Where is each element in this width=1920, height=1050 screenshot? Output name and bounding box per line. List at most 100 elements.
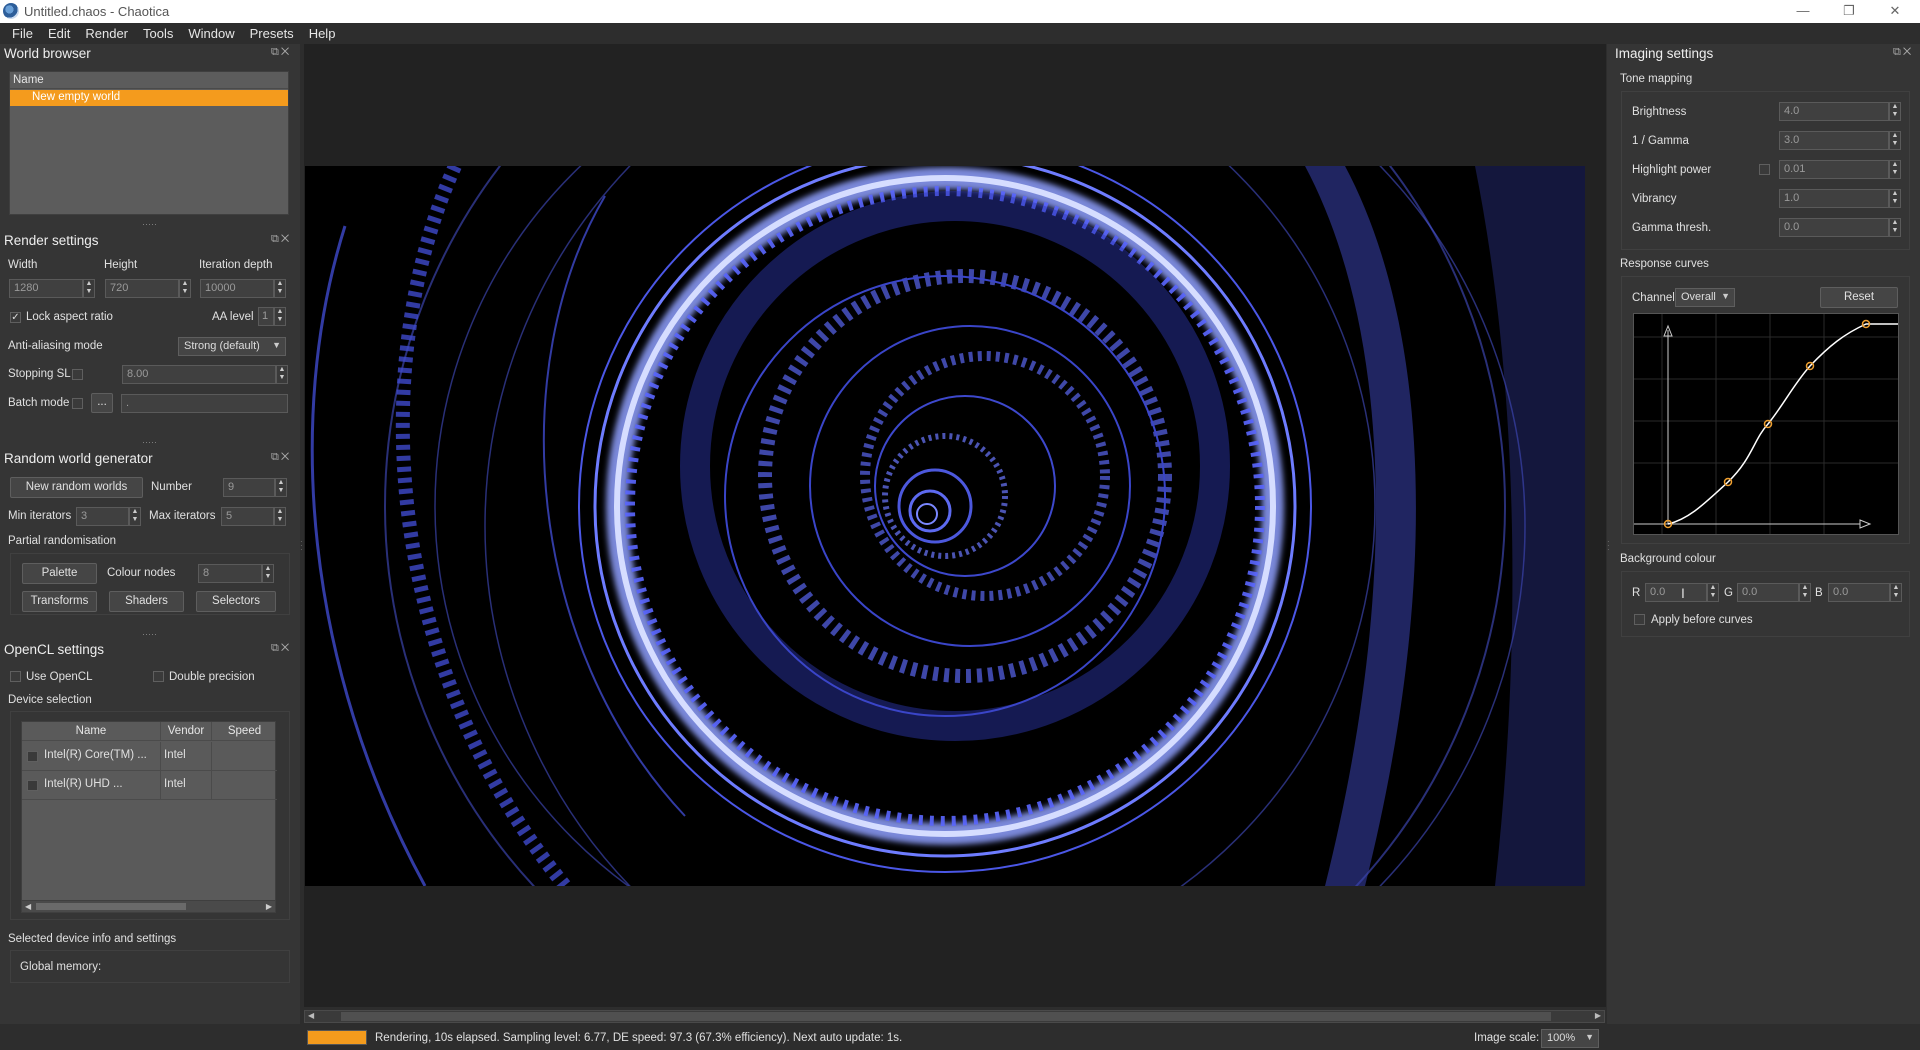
device-checkbox[interactable] (27, 751, 38, 762)
spin-arrows-icon[interactable]: ▲ ▼ (1889, 102, 1901, 121)
float-icon[interactable]: ⧉ (271, 642, 281, 654)
column-vendor[interactable]: Vendor (161, 722, 212, 741)
fractal-render-image[interactable] (305, 166, 1585, 886)
aa-level-input[interactable]: 1 (258, 307, 274, 326)
transforms-button[interactable]: Transforms (22, 591, 97, 612)
batch-mode-checkbox[interactable] (72, 398, 83, 409)
spin-arrows-icon[interactable]: ▲ ▼ (1707, 583, 1719, 602)
spin-arrows-icon[interactable]: ▲ ▼ (276, 365, 288, 384)
float-icon[interactable]: ⧉ (1893, 46, 1903, 58)
left-splitter-handle[interactable]: · · · (300, 538, 304, 556)
world-list-header[interactable]: Name (10, 72, 288, 89)
table-row[interactable]: Intel(R) Core(TM) ... Intel (22, 742, 277, 771)
scroll-left-icon[interactable]: ◀ (25, 902, 31, 911)
spin-arrows-icon[interactable]: ▲ ▼ (1799, 583, 1811, 602)
shaders-button[interactable]: Shaders (109, 591, 184, 612)
image-scale-select[interactable]: 100% ▼ (1541, 1029, 1599, 1048)
spin-arrows-icon[interactable]: ▲ ▼ (1889, 189, 1901, 208)
spin-arrows-icon[interactable]: ▲ ▼ (1890, 583, 1902, 602)
spin-arrows-icon[interactable]: ▲ ▼ (179, 279, 191, 298)
minimize-button[interactable]: — (1780, 0, 1826, 23)
stopping-sl-input[interactable]: 8.00 (122, 365, 276, 384)
highlight-power-checkbox[interactable] (1759, 164, 1770, 175)
response-curve-editor[interactable] (1633, 313, 1899, 535)
spin-arrows-icon[interactable]: ▲ ▼ (1889, 218, 1901, 237)
width-input[interactable]: 1280 (9, 279, 83, 298)
close-icon[interactable]: ✕ (281, 642, 291, 654)
apply-before-curves-checkbox[interactable] (1634, 614, 1645, 625)
close-icon[interactable]: ✕ (1903, 46, 1913, 58)
selectors-button[interactable]: Selectors (196, 591, 276, 612)
b-input[interactable]: 0.0 (1828, 583, 1890, 602)
splitter-handle[interactable]: ····· (142, 437, 157, 447)
iteration-depth-input[interactable]: 10000 (200, 279, 274, 298)
use-opencl-checkbox[interactable] (10, 671, 21, 682)
table-row[interactable]: Intel(R) UHD ... Intel (22, 771, 277, 800)
restore-button[interactable]: ❐ (1826, 0, 1872, 23)
float-icon[interactable]: ⧉ (271, 451, 281, 463)
world-browser-dock-buttons[interactable]: ⧉✕ (271, 46, 291, 59)
spin-arrows-icon[interactable]: ▲ ▼ (83, 279, 95, 298)
scroll-right-icon[interactable]: ▶ (1595, 1011, 1601, 1020)
device-checkbox[interactable] (27, 780, 38, 791)
random-generator-dock-buttons[interactable]: ⧉✕ (271, 451, 291, 464)
scroll-right-icon[interactable]: ▶ (266, 902, 272, 911)
menu-help[interactable]: Help (309, 26, 336, 41)
height-input[interactable]: 720 (105, 279, 179, 298)
stopping-sl-checkbox[interactable] (72, 369, 83, 380)
gamma-input[interactable]: 3.0 (1779, 131, 1889, 150)
number-input[interactable]: 9 (223, 478, 275, 497)
close-icon[interactable]: ✕ (281, 233, 291, 245)
spin-arrows-icon[interactable]: ▲ ▼ (274, 279, 286, 298)
max-iterators-input[interactable]: 5 (221, 507, 274, 526)
scrollbar-thumb[interactable] (36, 903, 186, 910)
spin-arrows-icon[interactable]: ▲ ▼ (274, 307, 286, 326)
double-precision-checkbox[interactable] (153, 671, 164, 682)
new-random-worlds-button[interactable]: New random worlds (10, 477, 143, 498)
g-input[interactable]: 0.0 (1737, 583, 1799, 602)
column-speed[interactable]: Speed (212, 722, 277, 741)
colour-nodes-input[interactable]: 8 (198, 564, 262, 583)
lock-aspect-checkbox[interactable]: ✓ (10, 312, 21, 323)
float-icon[interactable]: ⧉ (271, 233, 281, 245)
menu-presets[interactable]: Presets (250, 26, 294, 41)
brightness-input[interactable]: 4.0 (1779, 102, 1889, 121)
world-list-item[interactable]: New empty world (10, 90, 288, 106)
world-list[interactable]: Name New empty world (9, 71, 289, 215)
menu-file[interactable]: File (12, 26, 33, 41)
imaging-dock-buttons[interactable]: ⧉✕ (1893, 46, 1913, 59)
opencl-dock-buttons[interactable]: ⧉✕ (271, 642, 291, 655)
vibrancy-input[interactable]: 1.0 (1779, 189, 1889, 208)
spin-arrows-icon[interactable]: ▲ ▼ (274, 507, 286, 526)
spin-arrows-icon[interactable]: ▲ ▼ (129, 507, 141, 526)
device-table[interactable]: Name Vendor Speed Intel(R) Core(TM) ... … (21, 721, 277, 913)
palette-button[interactable]: Palette (22, 563, 97, 584)
spin-arrows-icon[interactable]: ▲ ▼ (1889, 160, 1901, 179)
menu-tools[interactable]: Tools (143, 26, 173, 41)
min-iterators-input[interactable]: 3 (76, 507, 129, 526)
spin-arrows-icon[interactable]: ▲ ▼ (262, 564, 274, 583)
column-name[interactable]: Name (22, 722, 161, 741)
splitter-handle[interactable]: ····· (142, 219, 157, 229)
float-icon[interactable]: ⧉ (271, 46, 281, 58)
reset-curves-button[interactable]: Reset (1820, 287, 1898, 308)
channel-select[interactable]: Overall ▼ (1675, 288, 1735, 307)
scroll-left-icon[interactable]: ◀ (308, 1011, 314, 1020)
aa-mode-select[interactable]: Strong (default) ▼ (178, 337, 286, 356)
highlight-power-input[interactable]: 0.01 (1779, 160, 1889, 179)
viewport-hscrollbar[interactable]: ◀ ▶ (304, 1010, 1605, 1023)
batch-browse-button[interactable]: ... (91, 393, 113, 413)
r-input[interactable]: 0.0 (1645, 583, 1707, 602)
menu-window[interactable]: Window (188, 26, 234, 41)
gamma-thresh-input[interactable]: 0.0 (1779, 218, 1889, 237)
render-settings-dock-buttons[interactable]: ⧉✕ (271, 233, 291, 246)
close-icon[interactable]: ✕ (281, 46, 291, 58)
scrollbar-thumb[interactable] (341, 1012, 1551, 1021)
close-icon[interactable]: ✕ (281, 451, 291, 463)
spin-arrows-icon[interactable]: ▲ ▼ (275, 478, 287, 497)
menu-render[interactable]: Render (85, 26, 128, 41)
spin-arrows-icon[interactable]: ▲ ▼ (1889, 131, 1901, 150)
device-table-scrollbar[interactable]: ◀ ▶ (22, 900, 275, 912)
menu-edit[interactable]: Edit (48, 26, 70, 41)
splitter-handle[interactable]: ····· (142, 629, 157, 639)
